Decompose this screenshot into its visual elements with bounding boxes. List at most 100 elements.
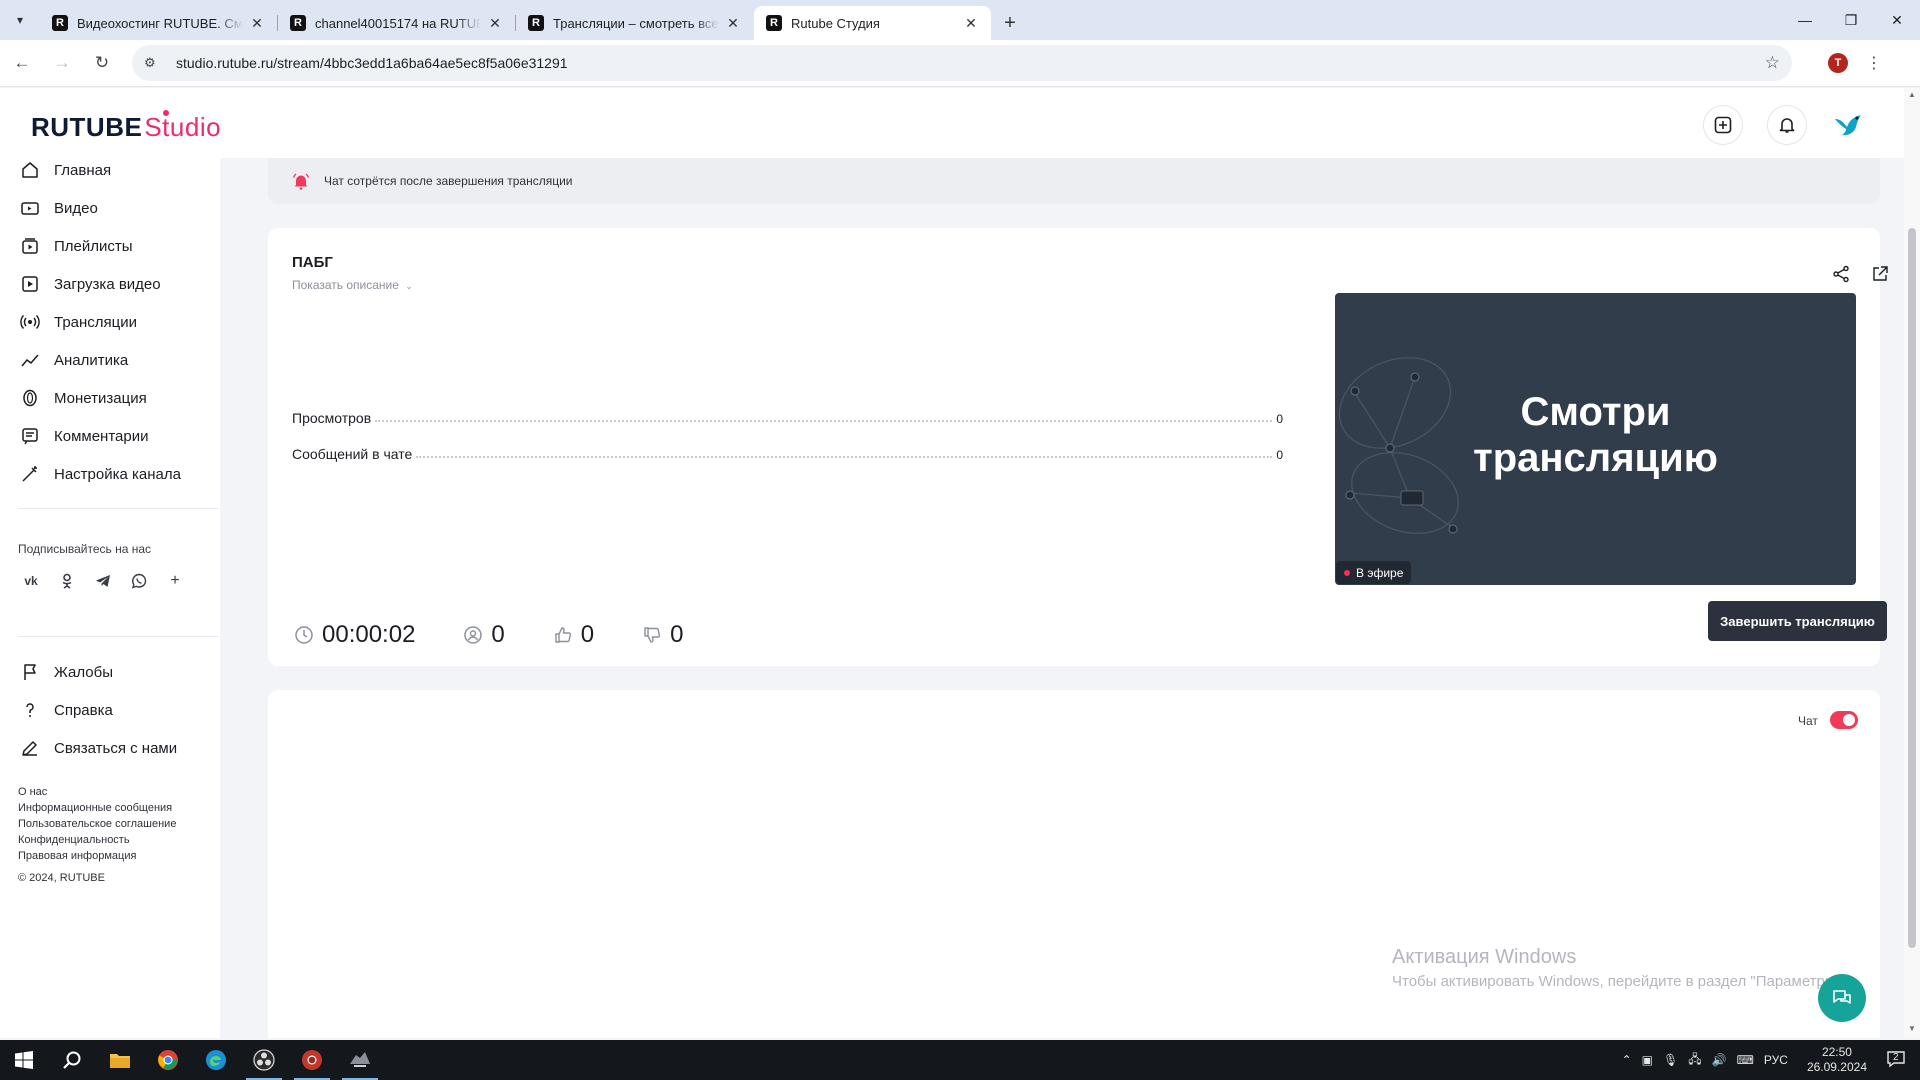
taskbar-chrome-profile[interactable]	[288, 1040, 336, 1080]
rutube-favicon-icon: R	[528, 15, 544, 31]
notification-center-icon[interactable]: 2	[1886, 1050, 1906, 1071]
url-text[interactable]: studio.rutube.ru/stream/4bbc3edd1a6ba64a…	[176, 55, 1765, 71]
input-language[interactable]: РУС	[1764, 1053, 1788, 1067]
dotted-leader	[375, 420, 1273, 422]
taskbar-game[interactable]	[336, 1040, 384, 1080]
network-icon[interactable]: 🖧	[1688, 1050, 1701, 1071]
sidebar-item-playlists[interactable]: Плейлисты	[18, 234, 133, 258]
sidebar-item-broadcasts[interactable]: Трансляции	[18, 310, 137, 334]
analytics-icon	[18, 348, 42, 372]
support-chat-button[interactable]	[1818, 974, 1866, 1022]
sidebar-item-help[interactable]: Справка	[18, 698, 113, 722]
bookmark-star-icon[interactable]: ☆	[1765, 53, 1780, 73]
taskbar-clock[interactable]: 22:50 26.09.2024	[1807, 1045, 1867, 1075]
tab-close-icon[interactable]: ✕	[249, 15, 265, 32]
restore-icon[interactable]: ❐	[1828, 0, 1874, 40]
thumbs-up-icon	[551, 623, 575, 647]
settings-wand-icon	[18, 462, 42, 486]
notification-count: 2	[1893, 1051, 1899, 1063]
taskbar-obs[interactable]	[240, 1040, 288, 1080]
microphone-icon[interactable]: 🎙	[1663, 1053, 1678, 1067]
viber-icon[interactable]	[126, 568, 152, 594]
rutube-studio-logo[interactable]: RUTUBEStudio	[31, 112, 221, 143]
stream-counters: 00:00:02 0 0 0	[292, 621, 730, 649]
vk-icon[interactable]: vk	[18, 568, 44, 594]
browser-menu-icon[interactable]: ⋮	[1866, 53, 1882, 73]
share-icon[interactable]	[1829, 262, 1853, 286]
telegram-icon[interactable]	[90, 568, 116, 594]
scroll-down-arrow-icon[interactable]: ▼	[1904, 1024, 1920, 1033]
sidebar-item-contact[interactable]: Связаться с нами	[18, 736, 177, 760]
chat-toggle[interactable]	[1830, 711, 1858, 729]
footer-link-info[interactable]: Информационные сообщения	[18, 800, 176, 816]
volume-icon[interactable]: 🔊	[1712, 1053, 1727, 1067]
taskbar-search[interactable]	[48, 1040, 96, 1080]
page-scrollbar[interactable]: ▲ ▼	[1904, 88, 1920, 1038]
site-settings-icon[interactable]: ⚙	[144, 55, 166, 71]
taskbar-edge[interactable]	[192, 1040, 240, 1080]
sidebar-item-label: Главная	[54, 161, 112, 179]
browser-tab-active[interactable]: R Rutube Студия ✕	[754, 6, 991, 40]
tab-close-icon[interactable]: ✕	[487, 15, 503, 32]
reload-icon[interactable]: ↻	[84, 45, 120, 81]
end-stream-button[interactable]: Завершить трансляцию	[1708, 601, 1887, 641]
sidebar-item-upload[interactable]: Загрузка видео	[18, 272, 161, 296]
footer-link-about[interactable]: О нас	[18, 784, 176, 800]
notifications-button[interactable]	[1767, 105, 1807, 145]
address-bar[interactable]: ⚙ studio.rutube.ru/stream/4bbc3edd1a6ba6…	[132, 45, 1792, 81]
system-tray: ⌃ ▣ 🎙 🖧 🔊 ⌨ РУС 22:50 26.09.2024 2	[1617, 1040, 1920, 1080]
keyboard-icon[interactable]: ⌨	[1737, 1053, 1754, 1067]
taskbar-chrome[interactable]	[144, 1040, 192, 1080]
sidebar-item-analytics[interactable]: Аналитика	[18, 348, 128, 372]
duration-counter: 00:00:02	[292, 621, 415, 649]
footer-link-terms[interactable]: Пользовательское соглашение	[18, 816, 176, 832]
footer-link-privacy[interactable]: Конфиденциальность	[18, 832, 176, 848]
tray-meet-icon[interactable]: ▣	[1642, 1053, 1653, 1067]
start-button[interactable]	[0, 1040, 48, 1080]
browser-tab[interactable]: R Видеохостинг RUTUBE. Смотрите ✕	[40, 6, 277, 40]
forward-arrow-icon[interactable]: →	[44, 45, 80, 81]
create-button[interactable]	[1703, 105, 1743, 145]
new-tab-plus-icon[interactable]: +	[992, 6, 1028, 40]
main-content: Чат сотрётся после завершения трансляции…	[220, 158, 1902, 1038]
preview-caption: Смотри трансляцию	[1335, 389, 1856, 481]
browser-tab[interactable]: R Трансляции – смотреть все видео ✕	[515, 6, 753, 40]
sidebar-item-label: Связаться с нами	[54, 739, 178, 757]
tab-close-icon[interactable]: ✕	[963, 15, 979, 32]
sidebar-item-comments[interactable]: Комментарии	[18, 424, 148, 448]
sidebar-item-monetization[interactable]: Монетизация	[18, 386, 147, 410]
sidebar-item-channel-settings[interactable]: Настройка канала	[18, 462, 181, 486]
dotted-leader	[416, 456, 1273, 458]
taskbar-file-explorer[interactable]	[96, 1040, 144, 1080]
profile-avatar[interactable]: T	[1828, 53, 1848, 73]
viewer-icon	[461, 623, 485, 647]
scrollbar-thumb[interactable]	[1908, 228, 1916, 948]
sidebar-item-video[interactable]: Видео	[18, 196, 98, 220]
show-description-toggle[interactable]: Показать описание ⌄	[292, 278, 413, 292]
ok-icon[interactable]	[54, 568, 80, 594]
logo-sub: Studio	[144, 112, 222, 142]
sidebar-item-home[interactable]: Главная	[18, 158, 111, 182]
stream-preview[interactable]: Смотри трансляцию В эфире	[1335, 293, 1856, 585]
preview-line-2: трансляцию	[1473, 436, 1718, 480]
stat-label: Просмотров	[292, 410, 372, 426]
tab-close-icon[interactable]: ✕	[725, 15, 741, 32]
folder-icon	[110, 1054, 130, 1068]
scroll-up-arrow-icon[interactable]: ▲	[1904, 90, 1920, 99]
windows-taskbar: ⌃ ▣ 🎙 🖧 🔊 ⌨ РУС 22:50 26.09.2024 2	[0, 1040, 1920, 1080]
tab-search-chevron-icon[interactable]: ▾	[0, 0, 40, 40]
back-arrow-icon[interactable]: ←	[4, 45, 40, 81]
minimize-icon[interactable]: —	[1782, 0, 1828, 40]
sidebar-item-complaints[interactable]: Жалобы	[18, 660, 113, 684]
open-external-icon[interactable]	[1868, 262, 1892, 286]
footer-link-legal[interactable]: Правовая информация	[18, 848, 176, 864]
browser-tab[interactable]: R channel40015174 на RUTUBE: Смотрите ✕	[277, 6, 515, 40]
copyright: © 2024, RUTUBE	[18, 872, 105, 884]
channel-avatar[interactable]	[1830, 108, 1866, 144]
window-close-icon[interactable]: ✕	[1874, 0, 1920, 40]
plus-icon[interactable]: +	[162, 568, 188, 594]
tab-title: Rutube Студия	[791, 15, 880, 31]
clock-date: 26.09.2024	[1806, 1060, 1867, 1074]
edge-icon	[206, 1050, 226, 1070]
tray-overflow-icon[interactable]: ⌃	[1622, 1053, 1632, 1067]
